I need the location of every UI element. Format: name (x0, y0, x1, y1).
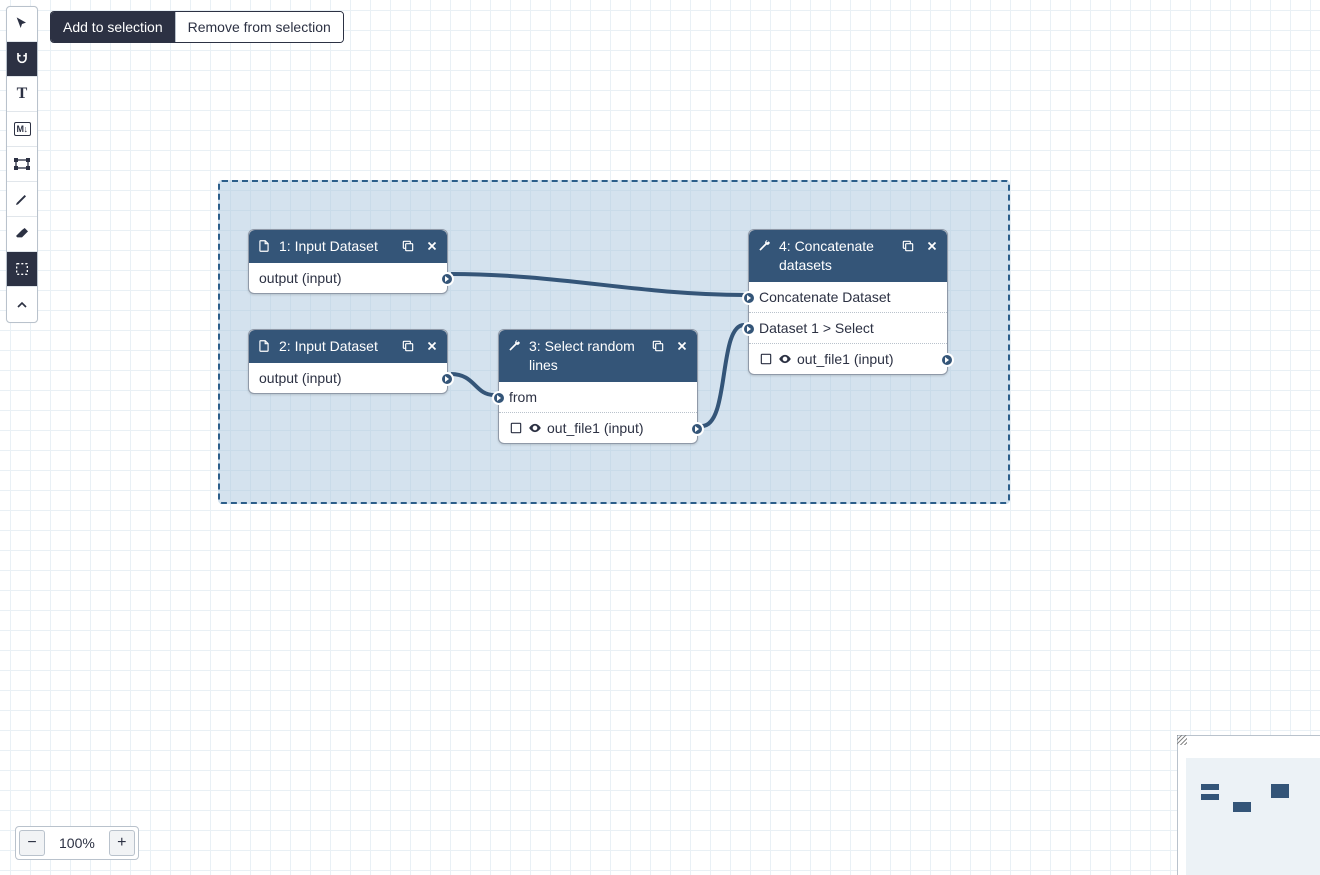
node-header[interactable]: 2: Input Dataset (249, 330, 447, 363)
text-tool[interactable]: T (7, 77, 37, 112)
remove-from-selection-button[interactable]: Remove from selection (175, 12, 343, 42)
output-port[interactable] (940, 353, 954, 367)
node-output-row[interactable]: output (input) (249, 363, 447, 393)
eraser-tool[interactable] (7, 217, 37, 252)
row-label: Concatenate Dataset (759, 289, 891, 305)
minimap-node (1201, 794, 1219, 800)
close-icon[interactable] (925, 239, 939, 253)
pointer-icon (14, 16, 30, 32)
frame-tool[interactable] (7, 147, 37, 182)
node-3-select-random-lines[interactable]: 3: Select random lines from out_file1 (i… (498, 329, 698, 444)
close-icon[interactable] (425, 339, 439, 353)
snap-tool[interactable] (7, 42, 37, 77)
box-icon[interactable] (759, 352, 773, 366)
node-header[interactable]: 1: Input Dataset (249, 230, 447, 263)
selection-action-bar: Add to selection Remove from selection (50, 11, 344, 43)
node-output-row[interactable]: out_file1 (input) (499, 412, 697, 443)
row-label: out_file1 (input) (547, 420, 644, 436)
node-title: 2: Input Dataset (279, 337, 395, 356)
duplicate-icon[interactable] (651, 339, 665, 353)
output-port[interactable] (440, 372, 454, 386)
zoom-controls: − 100% + (15, 826, 139, 860)
eye-icon[interactable] (528, 421, 542, 435)
text-icon: T (17, 85, 28, 103)
eraser-icon (14, 226, 30, 242)
collapse-toolbar[interactable] (7, 287, 37, 322)
node-input-row[interactable]: Concatenate Dataset (749, 282, 947, 312)
node-title: 3: Select random lines (529, 337, 645, 375)
markdown-icon: M↓ (14, 122, 31, 136)
close-icon[interactable] (425, 239, 439, 253)
minimap-node (1271, 784, 1289, 798)
node-2-input-dataset[interactable]: 2: Input Dataset output (input) (248, 329, 448, 394)
minimap-resize-grip[interactable] (1177, 735, 1187, 745)
duplicate-icon[interactable] (401, 339, 415, 353)
output-port[interactable] (690, 422, 704, 436)
box-icon[interactable] (509, 421, 523, 435)
node-1-input-dataset[interactable]: 1: Input Dataset output (input) (248, 229, 448, 294)
node-input-row[interactable]: Dataset 1 > Select (749, 312, 947, 343)
zoom-level: 100% (59, 835, 95, 851)
file-icon (257, 239, 271, 253)
eye-icon[interactable] (778, 352, 792, 366)
zoom-in-button[interactable]: + (109, 830, 135, 856)
node-input-row[interactable]: from (499, 382, 697, 412)
wrench-icon (757, 239, 771, 253)
duplicate-icon[interactable] (901, 239, 915, 253)
row-label: out_file1 (input) (797, 351, 894, 367)
duplicate-icon[interactable] (401, 239, 415, 253)
output-port[interactable] (440, 272, 454, 286)
file-icon (257, 339, 271, 353)
wrench-icon (507, 339, 521, 353)
zoom-out-button[interactable]: − (19, 830, 45, 856)
pen-tool[interactable] (7, 182, 37, 217)
node-header[interactable]: 4: Concatenate datasets (749, 230, 947, 282)
close-icon[interactable] (675, 339, 689, 353)
node-title: 1: Input Dataset (279, 237, 395, 256)
minimap-node (1233, 802, 1251, 812)
node-title: 4: Concatenate datasets (779, 237, 895, 275)
frame-icon (14, 156, 30, 172)
magnet-icon (14, 51, 30, 67)
row-label: output (input) (259, 270, 342, 286)
input-port[interactable] (742, 291, 756, 305)
lasso-icon (14, 261, 30, 277)
add-to-selection-button[interactable]: Add to selection (51, 12, 175, 42)
input-port[interactable] (492, 391, 506, 405)
minimap-viewport[interactable] (1186, 758, 1320, 875)
pointer-tool[interactable] (7, 7, 37, 42)
minimap-node (1201, 784, 1219, 790)
node-output-row[interactable]: output (input) (249, 263, 447, 293)
node-output-row[interactable]: out_file1 (input) (749, 343, 947, 374)
left-toolbar: T M↓ (6, 6, 38, 323)
row-label: output (input) (259, 370, 342, 386)
input-port[interactable] (742, 322, 756, 336)
lasso-tool[interactable] (7, 252, 37, 287)
markdown-tool[interactable]: M↓ (7, 112, 37, 147)
minimap[interactable] (1177, 735, 1320, 875)
pen-icon (14, 191, 30, 207)
node-header[interactable]: 3: Select random lines (499, 330, 697, 382)
row-label: Dataset 1 > Select (759, 320, 874, 336)
row-label: from (509, 389, 537, 405)
node-4-concatenate-datasets[interactable]: 4: Concatenate datasets Concatenate Data… (748, 229, 948, 375)
chevron-up-icon (14, 297, 30, 313)
